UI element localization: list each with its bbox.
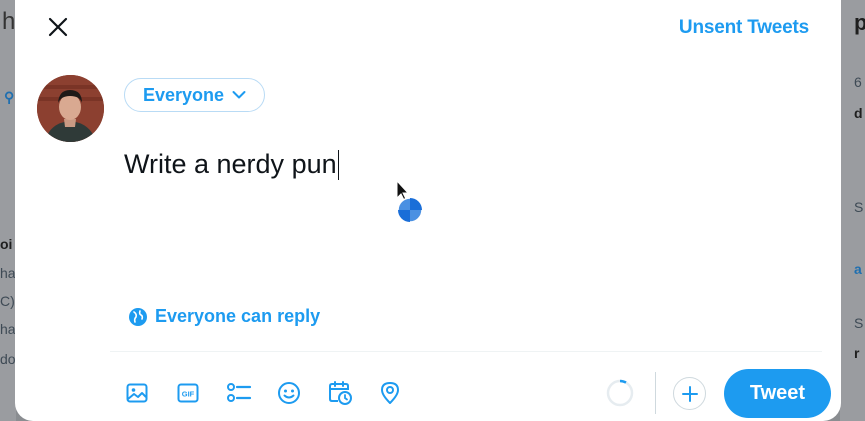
bg-fragment: C) [0, 293, 15, 309]
location-button[interactable] [375, 378, 405, 408]
bg-fragment: 6 [854, 74, 862, 90]
schedule-button[interactable] [325, 378, 355, 408]
close-icon [48, 17, 68, 37]
divider [110, 351, 822, 352]
reply-setting-button[interactable]: Everyone can reply [128, 306, 320, 327]
svg-text:GIF: GIF [182, 390, 195, 399]
plus-icon [681, 385, 698, 402]
audience-label: Everyone [143, 84, 225, 105]
bg-fragment: d [854, 105, 863, 121]
background-left-strip: h ⚲ oi ha C) ha do [0, 0, 16, 421]
bg-fragment: oi [0, 236, 13, 252]
emoji-icon [278, 382, 300, 404]
media-icon [126, 383, 148, 403]
media-button[interactable] [122, 378, 152, 408]
text-caret [337, 149, 340, 180]
gif-button[interactable]: GIF [173, 378, 203, 408]
chevron-down-icon [232, 91, 246, 99]
bg-fragment: ha [0, 265, 16, 281]
mouse-cursor-icon [396, 180, 423, 223]
bg-fragment: S [854, 315, 864, 331]
bg-fragment: p [854, 10, 865, 35]
emoji-button[interactable] [274, 378, 304, 408]
audience-selector[interactable]: Everyone [124, 78, 266, 112]
poll-button[interactable] [224, 378, 254, 408]
bg-fragment: h [2, 8, 16, 35]
bg-link-icon: ⚲ [4, 89, 15, 105]
bg-fragment: a [854, 261, 862, 277]
character-count-ring [606, 379, 634, 407]
avatar-image [37, 75, 104, 142]
globe-icon [129, 307, 147, 326]
avatar[interactable] [37, 75, 104, 142]
composer-text: Write a nerdy pun [124, 149, 337, 179]
tweet-text-input[interactable]: Write a nerdy pun [124, 149, 340, 180]
add-tweet-button[interactable] [673, 377, 706, 410]
bg-fragment: S [854, 199, 864, 215]
toolbar-divider [655, 372, 656, 414]
tweet-button[interactable]: Tweet [724, 369, 831, 418]
close-button[interactable] [43, 12, 73, 42]
gif-icon: GIF [177, 383, 199, 403]
poll-icon [227, 383, 252, 402]
reply-setting-label: Everyone can reply [155, 306, 321, 326]
schedule-icon [329, 381, 352, 405]
unsent-tweets-link[interactable]: Unsent Tweets [679, 17, 809, 39]
location-icon [381, 382, 399, 404]
background-right-strip: p 6 d S a S r [840, 0, 865, 421]
bg-fragment: ha [0, 321, 16, 337]
bg-fragment: do [0, 351, 16, 367]
bg-fragment: r [854, 345, 860, 361]
